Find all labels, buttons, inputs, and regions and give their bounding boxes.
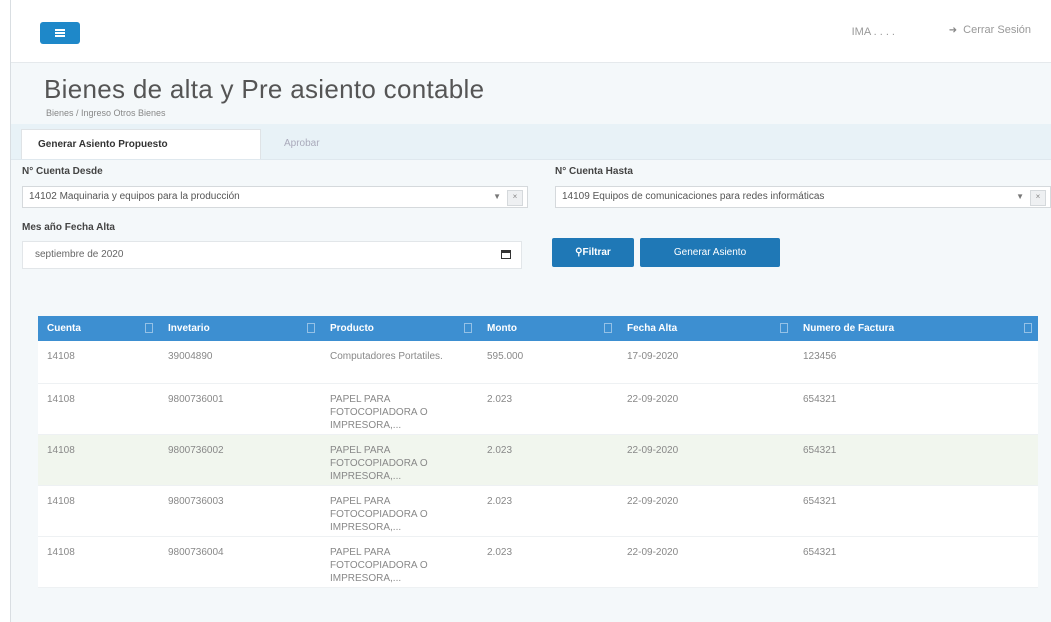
cell-producto: PAPEL PARA FOTOCOPIADORA O IMPRESORA,...: [321, 383, 478, 435]
results-table: Cuenta Invetario Producto Monto Fecha Al…: [38, 316, 1038, 588]
cell-monto: 2.023: [478, 485, 618, 537]
cuenta-hasta-select[interactable]: 14109 Equipos de comunicaciones para red…: [555, 186, 1051, 208]
cell-monto: 2.023: [478, 536, 618, 588]
caret-down-icon: ▼: [493, 192, 501, 201]
column-header-numero-factura[interactable]: Numero de Factura: [794, 316, 1038, 341]
cell-numero-factura: 123456: [794, 341, 1038, 384]
tab-aprobar[interactable]: Aprobar: [284, 129, 320, 159]
clear-icon[interactable]: ×: [507, 190, 523, 206]
cell-cuenta: 14108: [38, 536, 159, 588]
sort-icon: [145, 323, 153, 333]
cell-numero-factura: 654321: [794, 536, 1038, 588]
table-row[interactable]: 14108 9800736003 PAPEL PARA FOTOCOPIADOR…: [38, 485, 1038, 537]
fecha-alta-label: Mes año Fecha Alta: [22, 222, 115, 233]
user-name: IMA . . . .: [851, 26, 895, 38]
table-row[interactable]: 14108 9800736004 PAPEL PARA FOTOCOPIADOR…: [38, 536, 1038, 588]
column-header-monto[interactable]: Monto: [478, 316, 618, 341]
cell-producto-text: PAPEL PARA FOTOCOPIADORA O IMPRESORA,...: [330, 495, 428, 533]
generate-asiento-button[interactable]: Generar Asiento: [640, 238, 780, 267]
cell-numero-factura: 654321: [794, 434, 1038, 486]
cell-fecha-alta: 22-09-2020: [618, 485, 794, 537]
cell-cuenta: 14108: [38, 383, 159, 435]
column-header-cuenta[interactable]: Cuenta: [38, 316, 159, 341]
column-header-producto[interactable]: Producto: [321, 316, 478, 341]
cell-numero-factura: 654321: [794, 485, 1038, 537]
breadcrumb: Bienes / Ingreso Otros Bienes: [46, 108, 166, 118]
cuenta-desde-select[interactable]: 14102 Maquinaria y equipos para la produ…: [22, 186, 528, 208]
cell-producto-text: PAPEL PARA FOTOCOPIADORA O IMPRESORA,...: [330, 444, 428, 482]
cuenta-hasta-label: N° Cuenta Hasta: [555, 166, 633, 177]
column-header-fecha-alta[interactable]: Fecha Alta: [618, 316, 794, 341]
sort-icon: [1024, 323, 1032, 333]
cell-fecha-alta: 22-09-2020: [618, 434, 794, 486]
fecha-alta-input[interactable]: septiembre de 2020: [22, 241, 522, 269]
table-row[interactable]: 14108 9800736002 PAPEL PARA FOTOCOPIADOR…: [38, 434, 1038, 486]
page-title: Bienes de alta y Pre asiento contable: [44, 74, 485, 104]
logout-label: Cerrar Sesión: [963, 24, 1031, 36]
cuenta-desde-value: 14102 Maquinaria y equipos para la produ…: [29, 191, 240, 202]
sort-icon: [780, 323, 788, 333]
cell-monto: 595.000: [478, 341, 618, 384]
cell-producto: PAPEL PARA FOTOCOPIADORA O IMPRESORA,...: [321, 485, 478, 537]
cell-numero-factura: 654321: [794, 383, 1038, 435]
cell-monto: 2.023: [478, 434, 618, 486]
table-header-row: Cuenta Invetario Producto Monto Fecha Al…: [38, 316, 1038, 341]
fecha-alta-value: septiembre de 2020: [35, 249, 124, 260]
sort-icon: [604, 323, 612, 333]
cell-fecha-alta: 22-09-2020: [618, 383, 794, 435]
left-edge-divider: [10, 0, 11, 622]
cuenta-desde-label: N° Cuenta Desde: [22, 166, 103, 177]
cell-inventario: 9800736001: [159, 383, 321, 435]
left-edge: [0, 0, 10, 622]
cell-fecha-alta: 22-09-2020: [618, 536, 794, 588]
cell-cuenta: 14108: [38, 341, 159, 384]
filter-button[interactable]: ⚲Filtrar: [552, 238, 634, 267]
cuenta-hasta-value: 14109 Equipos de comunicaciones para red…: [562, 191, 825, 202]
cell-producto-text: PAPEL PARA FOTOCOPIADORA O IMPRESORA,...: [330, 393, 428, 431]
filter-button-label: Filtrar: [582, 247, 611, 258]
logout-icon: ➜: [948, 24, 958, 36]
column-header-inventario[interactable]: Invetario: [159, 316, 321, 341]
table-row[interactable]: 14108 39004890 Computadores Portatiles. …: [38, 341, 1038, 384]
cell-producto-text: PAPEL PARA FOTOCOPIADORA O IMPRESORA,...: [330, 546, 428, 584]
cell-cuenta: 14108: [38, 434, 159, 486]
cell-cuenta: 14108: [38, 485, 159, 537]
tab-bar: Generar Asiento Propuesto Aprobar: [11, 124, 1051, 160]
cell-monto: 2.023: [478, 383, 618, 435]
calendar-icon[interactable]: [501, 250, 511, 259]
sort-icon: [464, 323, 472, 333]
menu-toggle-button[interactable]: [40, 22, 80, 44]
tab-generar-asiento[interactable]: Generar Asiento Propuesto: [21, 129, 261, 159]
cell-producto-text: Computadores Portatiles.: [330, 351, 443, 362]
hamburger-icon: [55, 29, 65, 37]
sort-icon: [307, 323, 315, 333]
caret-down-icon: ▼: [1016, 192, 1024, 201]
cell-producto: PAPEL PARA FOTOCOPIADORA O IMPRESORA,...: [321, 434, 478, 486]
cell-inventario: 9800736003: [159, 485, 321, 537]
logout-link[interactable]: ➜ Cerrar Sesión: [949, 24, 1031, 36]
cell-inventario: 9800736004: [159, 536, 321, 588]
cell-inventario: 39004890: [159, 341, 321, 384]
cell-inventario: 9800736002: [159, 434, 321, 486]
cell-producto: Computadores Portatiles.: [321, 341, 478, 384]
clear-icon[interactable]: ×: [1030, 190, 1046, 206]
table-row[interactable]: 14108 9800736001 PAPEL PARA FOTOCOPIADOR…: [38, 383, 1038, 435]
cell-fecha-alta: 17-09-2020: [618, 341, 794, 384]
cell-producto: PAPEL PARA FOTOCOPIADORA O IMPRESORA,...: [321, 536, 478, 588]
top-bar: IMA . . . . ➜ Cerrar Sesión: [11, 0, 1051, 63]
